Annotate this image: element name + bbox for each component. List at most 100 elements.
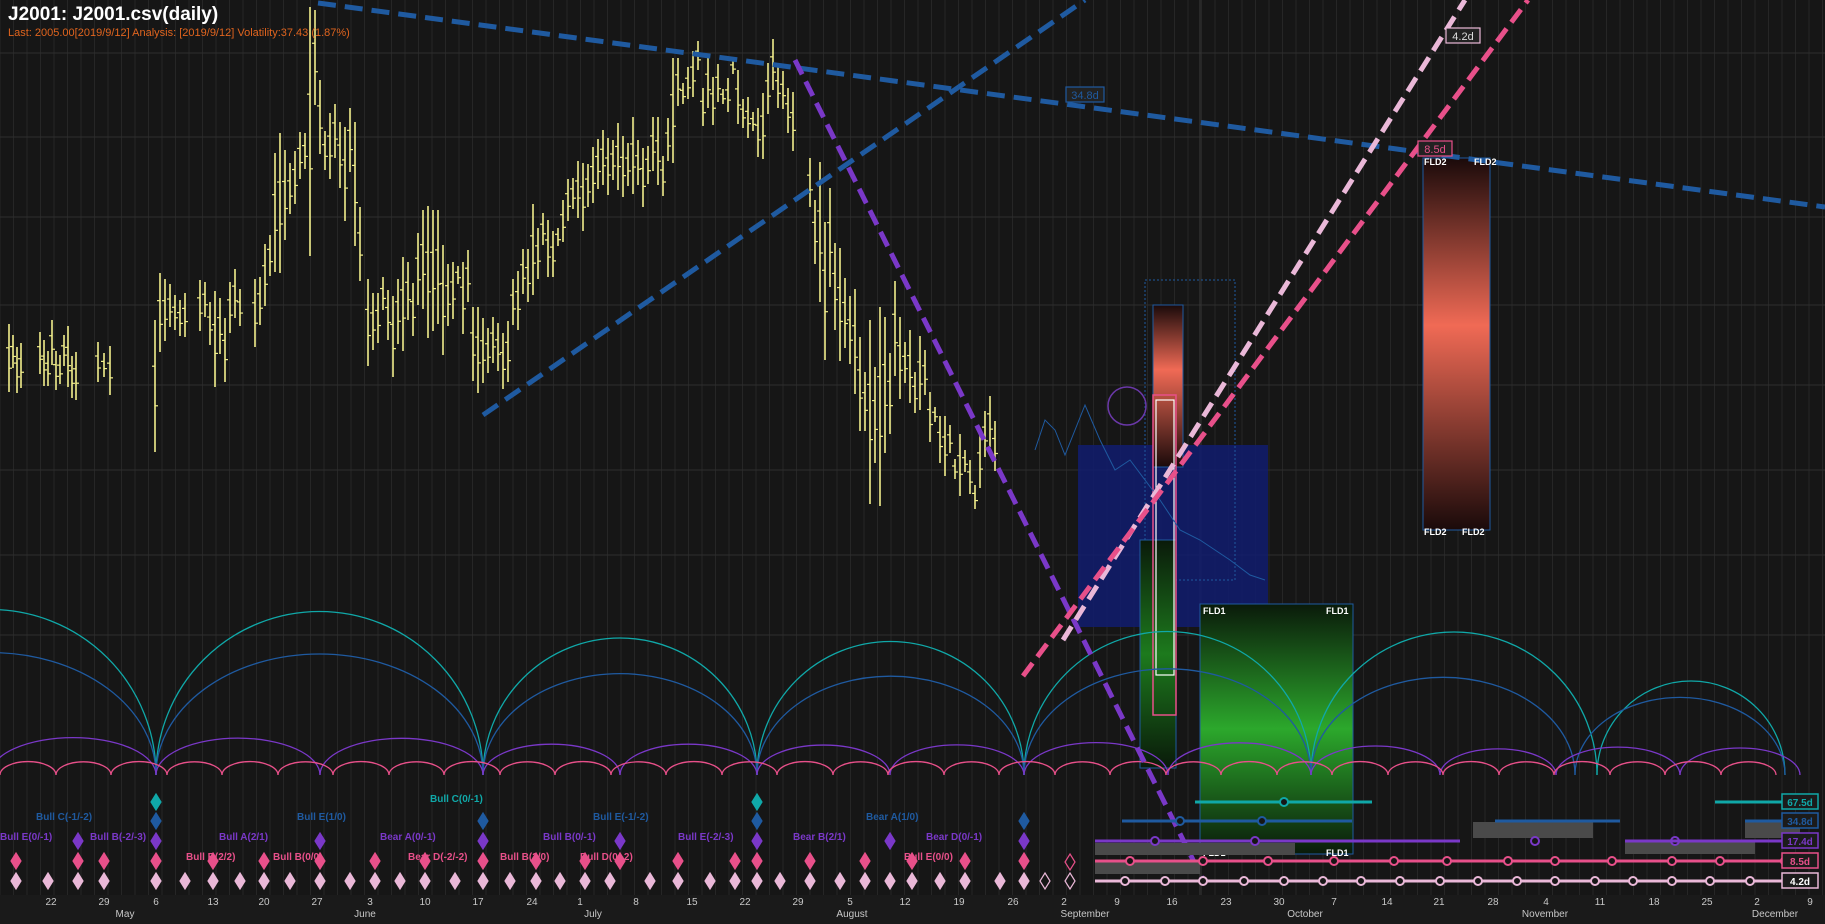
fld2-label: FLD2 — [1424, 157, 1447, 167]
cycle-strip-marker — [1120, 876, 1130, 886]
x-tick-label: 1 — [577, 897, 583, 908]
signal-label: Bull E(0/-1) — [0, 832, 52, 843]
cycle-strip-marker — [1607, 856, 1617, 866]
fld1-label: FLD1 — [1326, 606, 1349, 616]
x-tick-label: 24 — [526, 897, 538, 908]
signal-label: Bear A(0/-1) — [380, 832, 436, 843]
cycle-strip-marker — [1250, 836, 1260, 846]
chart-background — [0, 0, 1825, 924]
signal-label: Bear A(1/0) — [866, 812, 918, 823]
fld2-label: FLD2 — [1424, 527, 1447, 537]
cycle-strip-marker — [1356, 876, 1366, 886]
cycle-strip-marker — [1550, 856, 1560, 866]
cycle-length-label: 67.5d — [1787, 798, 1813, 809]
x-tick-label: 9 — [1114, 897, 1120, 908]
x-tick-label: 15 — [686, 897, 698, 908]
signal-label: Bull B(2/2) — [186, 852, 235, 863]
x-tick-label: 14 — [1381, 897, 1393, 908]
x-tick-label: 22 — [739, 897, 751, 908]
strip-band — [1473, 822, 1593, 838]
cycle-strip-marker — [1503, 856, 1513, 866]
cycle-strip-marker — [1667, 856, 1677, 866]
signal-label: Bear D(0/-1) — [926, 832, 982, 843]
month-label: October — [1287, 909, 1323, 920]
strip-band — [1095, 843, 1295, 855]
cycle-strip-marker — [1198, 856, 1208, 866]
cycle-strip-marker — [1279, 797, 1289, 807]
trendline-label-4d: 4.2d — [1452, 31, 1473, 43]
x-tick-label: 11 — [1595, 897, 1606, 908]
x-tick-label: 5 — [847, 897, 853, 908]
month-label: November — [1522, 909, 1569, 920]
cycle-length-label: 8.5d — [1790, 857, 1810, 868]
cycle-strip-marker — [1473, 876, 1483, 886]
signal-label: Bear D(-2/-2) — [408, 852, 467, 863]
x-tick-label: 19 — [953, 897, 965, 908]
cycle-strip-marker — [1329, 856, 1339, 866]
trendline-label-8d: 8.5d — [1424, 144, 1445, 156]
cycle-strip-marker — [1175, 816, 1185, 826]
cycle-strip-marker — [1530, 836, 1540, 846]
x-tick-label: 13 — [207, 897, 219, 908]
x-tick-label: 4 — [1543, 897, 1549, 908]
cycle-strip-marker — [1318, 876, 1328, 886]
signal-label: Bull E(0/0) — [904, 852, 953, 863]
chart-title: J2001: J2001.csv(daily) — [8, 4, 219, 25]
month-label: June — [354, 909, 376, 920]
x-tick-label: 16 — [1166, 897, 1178, 908]
x-tick-label: 21 — [1433, 897, 1445, 908]
fld2-label: FLD2 — [1474, 157, 1497, 167]
x-tick-label: 28 — [1487, 897, 1499, 908]
cycle-strip-marker — [1667, 876, 1677, 886]
cycle-strip-marker — [1435, 876, 1445, 886]
fld1-label: FLD1 — [1203, 606, 1226, 616]
fld2-red-box — [1422, 157, 1491, 531]
cycle-strip-marker — [1389, 856, 1399, 866]
signal-label: Bull B(-2/-3) — [90, 832, 146, 843]
signal-label: Bull C(-1/-2) — [36, 812, 92, 823]
trendline-label-34d: 34.8d — [1071, 90, 1099, 102]
x-tick-label: 6 — [153, 897, 159, 908]
x-tick-label: 8 — [633, 897, 639, 908]
month-label: December — [1752, 909, 1799, 920]
x-tick-label: 23 — [1220, 897, 1232, 908]
x-tick-label: 7 — [1331, 897, 1337, 908]
strip-band — [1095, 862, 1200, 874]
x-tick-label: 18 — [1648, 897, 1660, 908]
strip-band — [1625, 842, 1755, 854]
signal-label: Bull A(2/1) — [219, 832, 268, 843]
month-label: September — [1061, 909, 1111, 920]
x-tick-label: 20 — [258, 897, 270, 908]
signal-label: Bull C(0/-1) — [430, 794, 483, 805]
signal-label: Bull E(-1/-2) — [593, 812, 649, 823]
x-tick-label: 12 — [899, 897, 911, 908]
chart-subtitle: Last: 2005.00[2019/9/12] Analysis: [2019… — [8, 27, 350, 39]
cycle-strip-marker — [1257, 816, 1267, 826]
cycle-strip-marker — [1512, 876, 1522, 886]
cycle-strip-marker — [1628, 876, 1638, 886]
signal-label: Bull E(1/0) — [297, 812, 346, 823]
signal-label: Bull D(0/-2) — [580, 852, 633, 863]
month-label: July — [584, 909, 602, 920]
x-tick-label: 10 — [419, 897, 431, 908]
cycle-strip-marker — [1150, 836, 1160, 846]
cycle-strip-marker — [1590, 876, 1600, 886]
x-tick-label: 17 — [472, 897, 484, 908]
cycle-strip-marker — [1705, 876, 1715, 886]
x-tick-label: 26 — [1007, 897, 1019, 908]
fld2-label: FLD2 — [1462, 527, 1485, 537]
x-tick-label: 3 — [367, 897, 373, 908]
fld1-label: FLD1 — [1326, 848, 1349, 858]
month-label: May — [116, 909, 135, 920]
cycle-strip-marker — [1715, 856, 1725, 866]
signal-label: Bear B(2/1) — [793, 832, 846, 843]
cycle-strip-marker — [1745, 876, 1755, 886]
cycle-length-label: 34.8d — [1787, 817, 1813, 828]
signal-label: Bull E(-2/-3) — [678, 832, 734, 843]
x-tick-label: 25 — [1701, 897, 1713, 908]
x-tick-label: 2 — [1754, 897, 1760, 908]
cycle-length-label: 17.4d — [1787, 837, 1813, 848]
cycle-strip-marker — [1160, 876, 1170, 886]
x-tick-label: 22 — [45, 897, 57, 908]
x-tick-label: 29 — [792, 897, 804, 908]
